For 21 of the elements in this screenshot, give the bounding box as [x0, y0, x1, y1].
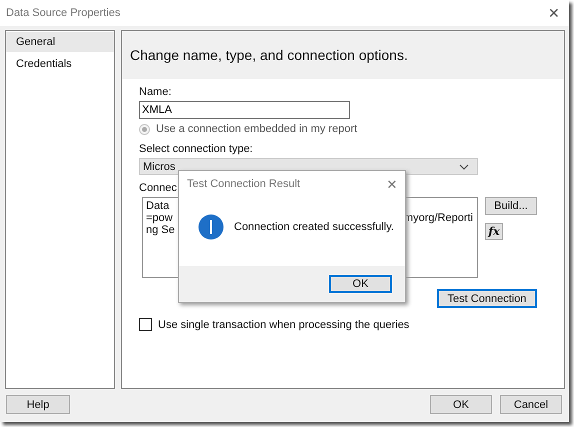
- test-connection-button[interactable]: Test Connection: [437, 289, 537, 308]
- close-button[interactable]: ✕: [379, 176, 405, 192]
- dialog-button[interactable]: Cancel: [500, 395, 562, 414]
- sidebar-item[interactable]: General: [6, 32, 114, 52]
- expression-button[interactable]: fx: [485, 223, 503, 240]
- checkbox-label: Use single transaction when processing the queries: [158, 318, 410, 330]
- field-label: Select connection type:: [139, 143, 253, 155]
- message-text: Connection created successfully.: [234, 220, 394, 232]
- name-field[interactable]: XMLA: [139, 101, 350, 119]
- message-box-title: Test Connection Result: [187, 178, 300, 190]
- dialog-button[interactable]: OK: [430, 395, 492, 414]
- field-label: Name:: [139, 86, 172, 98]
- section-heading: Change name, type, and connection options.: [130, 47, 408, 63]
- close-button[interactable]: ✕: [539, 5, 569, 21]
- build-button[interactable]: Build...: [485, 197, 537, 215]
- dialog-button[interactable]: Help: [6, 395, 70, 414]
- window-title: Data Source Properties: [6, 7, 120, 19]
- ok-button[interactable]: OK: [329, 275, 392, 293]
- radio-label: Use a connection embedded in my report: [156, 123, 358, 135]
- field-label: Connec: [139, 182, 177, 194]
- sidebar-item[interactable]: Credentials: [6, 54, 114, 74]
